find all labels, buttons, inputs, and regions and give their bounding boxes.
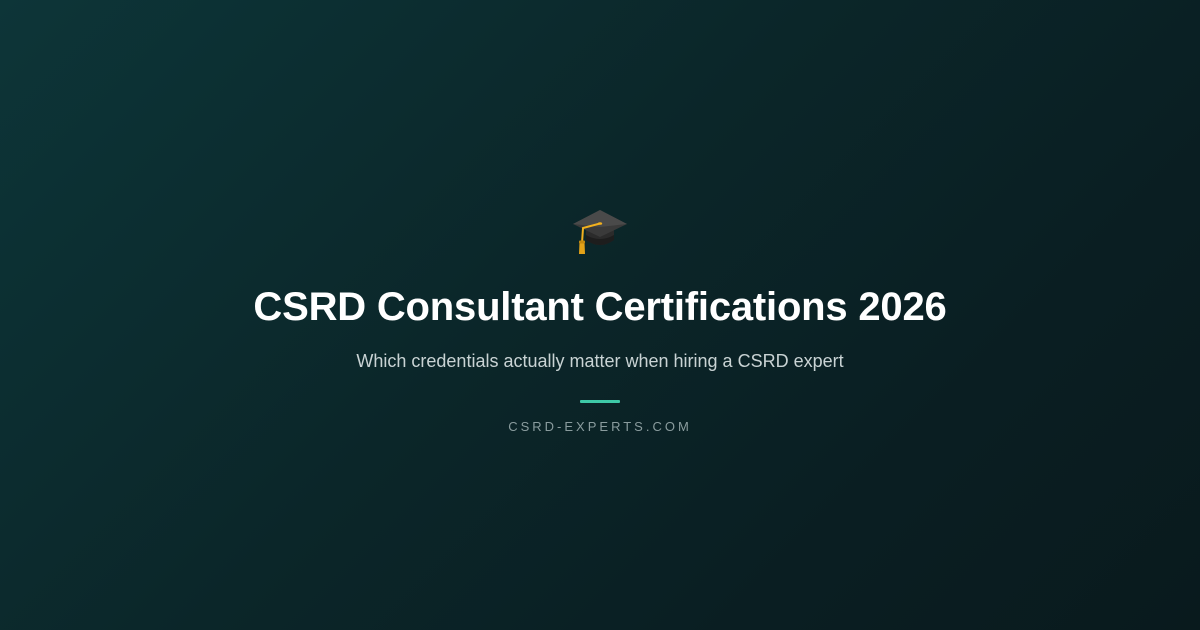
- site-domain: CSRD-EXPERTS.COM: [508, 419, 692, 434]
- graduation-cap-icon: [573, 210, 627, 254]
- og-card: CSRD Consultant Certifications 2026 Whic…: [0, 0, 1200, 630]
- accent-divider: [580, 400, 620, 403]
- page-subtitle: Which credentials actually matter when h…: [356, 351, 844, 371]
- hero: CSRD Consultant Certifications 2026 Whic…: [0, 205, 1200, 435]
- page-title: CSRD Consultant Certifications 2026: [253, 285, 947, 329]
